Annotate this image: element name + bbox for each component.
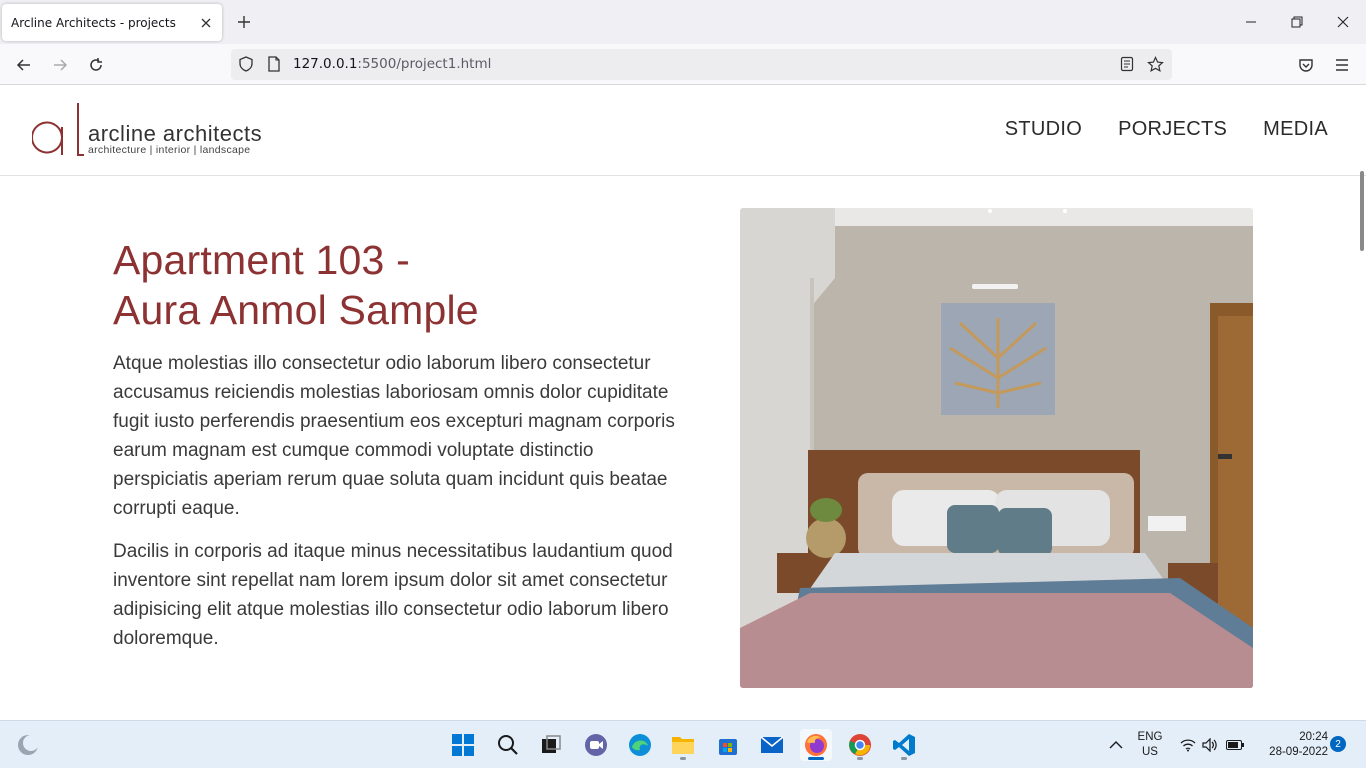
close-tab-icon[interactable] (194, 11, 218, 35)
file-explorer-icon[interactable] (667, 729, 699, 761)
page-icon[interactable] (263, 53, 285, 75)
taskbar: ENG US 20:24 28-09-2022 (0, 720, 1366, 768)
brand-tagline: architecture | interior | landscape (88, 144, 251, 156)
close-window-icon[interactable] (1329, 8, 1357, 36)
forward-icon[interactable] (46, 51, 74, 79)
reload-icon[interactable] (82, 51, 110, 79)
restore-icon[interactable] (1283, 8, 1311, 36)
vscode-icon[interactable] (888, 729, 920, 761)
browser-toolbar: 127.0.0.1:5500/project1.html (0, 44, 1366, 85)
project-photo (740, 208, 1253, 688)
running-indicator (901, 757, 907, 760)
back-icon[interactable] (10, 51, 38, 79)
site-header: arcline architects architecture | interi… (0, 85, 1366, 176)
url-path: :5500/project1.html (357, 56, 492, 72)
battery-icon[interactable] (1219, 729, 1251, 761)
notification-badge[interactable]: 2 (1330, 736, 1346, 752)
nav-media[interactable]: MEDIA (1263, 118, 1328, 141)
edge-icon[interactable] (624, 729, 656, 761)
language-code: ENG (1137, 731, 1163, 743)
page-scrollbar[interactable] (1360, 171, 1364, 251)
running-indicator (857, 757, 863, 760)
store-icon[interactable] (712, 729, 744, 761)
logo-mark-icon (32, 103, 84, 156)
mail-icon[interactable] (756, 729, 788, 761)
running-indicator (680, 757, 686, 760)
task-view-icon[interactable] (535, 729, 567, 761)
project-title-line2: Aura Anmol Sample (113, 287, 479, 333)
tab-bar: Arcline Architects - projects (0, 0, 1366, 44)
project-description-1: Atque molestias illo consectetur odio la… (113, 353, 675, 519)
url-host: 127.0.0.1 (293, 56, 358, 72)
project-title: Apartment 103 - Aura Anmol Sample (113, 235, 683, 335)
clock[interactable]: 20:24 28-09-2022 (1256, 730, 1328, 760)
site-logo[interactable]: arcline architects architecture | interi… (32, 103, 292, 159)
address-bar[interactable]: 127.0.0.1:5500/project1.html (231, 49, 1172, 80)
project-title-line1: Apartment 103 - (113, 237, 410, 283)
chevron-up-icon[interactable] (1100, 729, 1132, 761)
new-tab-icon[interactable] (232, 10, 256, 34)
project-content: Apartment 103 - Aura Anmol Sample Atque … (113, 235, 683, 653)
clock-time: 20:24 (1299, 731, 1328, 743)
nav-projects[interactable]: PORJECTS (1118, 118, 1227, 141)
browser-tab[interactable]: Arcline Architects - projects (2, 4, 222, 41)
shield-icon[interactable] (235, 53, 257, 75)
url-text[interactable]: 127.0.0.1:5500/project1.html (293, 56, 491, 72)
region-code: US (1142, 746, 1158, 758)
site-nav: STUDIO PORJECTS MEDIA (1005, 118, 1328, 141)
project-description-2: Dacilis in corporis ad itaque minus nece… (113, 541, 673, 649)
language-indicator[interactable]: ENG US (1136, 730, 1164, 760)
tab-title: Arcline Architects - projects (11, 15, 176, 30)
start-icon[interactable] (447, 729, 479, 761)
pocket-icon[interactable] (1292, 51, 1320, 79)
menu-icon[interactable] (1328, 51, 1356, 79)
search-icon[interactable] (492, 729, 524, 761)
chat-icon[interactable] (580, 729, 612, 761)
minimize-icon[interactable] (1237, 8, 1265, 36)
reader-view-icon[interactable] (1116, 53, 1138, 75)
bedroom-image (740, 208, 1253, 688)
firefox-icon[interactable] (800, 729, 832, 761)
clock-date: 28-09-2022 (1269, 746, 1328, 758)
nav-studio[interactable]: STUDIO (1005, 118, 1082, 141)
web-page: arcline architects architecture | interi… (0, 85, 1366, 720)
bookmark-star-icon[interactable] (1144, 53, 1166, 75)
chrome-icon[interactable] (844, 729, 876, 761)
weather-icon[interactable] (12, 729, 44, 761)
active-indicator (808, 757, 824, 760)
